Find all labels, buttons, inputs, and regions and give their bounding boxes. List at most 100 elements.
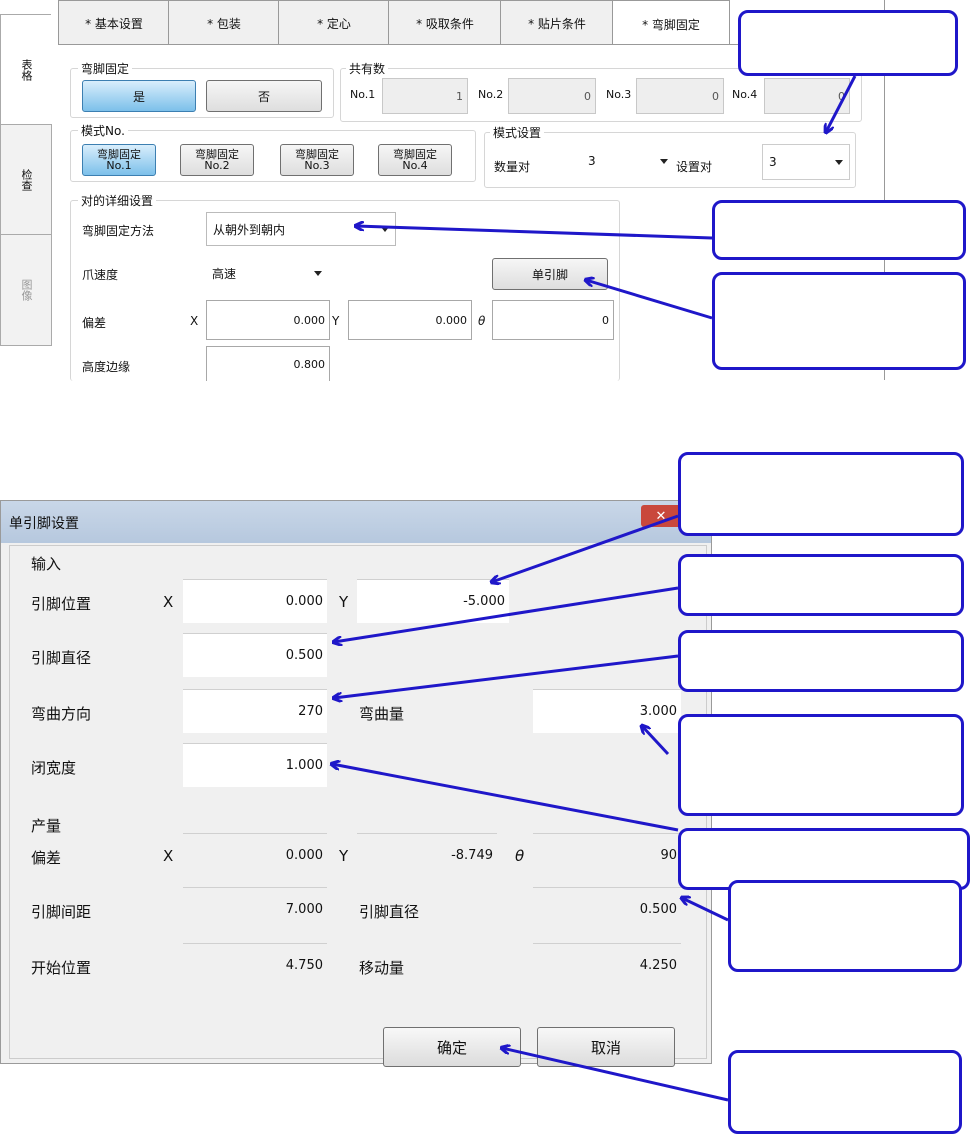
move-amount-field: 4.250 <box>533 943 681 987</box>
lead-pitch-label: 引脚间距 <box>31 903 92 921</box>
select-value: 从朝外到朝内 <box>213 222 286 237</box>
lead-x-field[interactable]: 0.000 <box>183 579 327 623</box>
set-pair-label: 设置对 <box>676 160 713 174</box>
group-label: 弯脚固定 <box>78 60 133 77</box>
common-no3-label: No.3 <box>606 88 632 101</box>
group-label: 对的详细设置 <box>78 192 157 209</box>
callout-box <box>678 714 964 816</box>
callout-box <box>678 554 964 616</box>
pattern-no2-button[interactable]: 弯脚固定 No.2 <box>180 144 254 176</box>
pattern-no1-button[interactable]: 弯脚固定 No.1 <box>82 144 156 176</box>
bend-direction-label: 弯曲方向 <box>31 705 92 723</box>
side-tab-table[interactable]: 表格 <box>0 14 51 126</box>
common-no4-field: 0 <box>764 78 850 114</box>
select-value: 3 <box>769 155 777 169</box>
tab-mount-conditions[interactable]: * 贴片条件 <box>500 0 614 46</box>
out-diameter-label: 引脚直径 <box>359 903 420 921</box>
side-tab-label: 图像 <box>20 279 33 301</box>
button-line: No.4 <box>402 159 428 172</box>
select-value: 3 <box>588 154 596 168</box>
out-diameter-field: 0.500 <box>533 887 681 931</box>
dropdown-arrow-icon <box>835 160 843 165</box>
height-margin-field[interactable]: 0.800 <box>206 346 330 381</box>
out-theta-label: θ <box>515 847 525 865</box>
button-line: No.2 <box>204 159 230 172</box>
pattern-no4-button[interactable]: 弯脚固定 No.4 <box>378 144 452 176</box>
output-section-label: 产量 <box>31 817 62 835</box>
tab-lead-clinch[interactable]: * 弯脚固定 <box>612 0 730 47</box>
callout-box <box>728 1050 962 1134</box>
callout-box <box>712 272 966 370</box>
lead-y-field[interactable]: -5.000 <box>357 579 509 623</box>
common-no2-field: 0 <box>508 78 596 114</box>
close-width-label: 闭宽度 <box>31 759 77 777</box>
method-select[interactable]: 从朝外到朝内 <box>206 212 396 246</box>
lead-position-label: 引脚位置 <box>31 595 92 613</box>
callout-box <box>738 10 958 76</box>
lead-x-label: X <box>163 593 174 611</box>
common-no1-field: 1 <box>382 78 468 114</box>
close-width-field[interactable]: 1.000 <box>183 743 327 787</box>
start-position-field: 4.750 <box>183 943 327 987</box>
input-section-label: 输入 <box>31 555 62 573</box>
start-position-label: 开始位置 <box>31 959 92 977</box>
offset-theta-field[interactable]: 0 <box>492 300 614 340</box>
offset-x-label: X <box>190 314 199 328</box>
ok-button[interactable]: 确定 <box>383 1027 521 1067</box>
tab-packaging[interactable]: * 包装 <box>168 0 280 46</box>
side-tab-image[interactable]: 图像 <box>0 234 52 346</box>
callout-box <box>678 630 964 692</box>
tab-basic-settings[interactable]: * 基本设置 <box>58 0 170 46</box>
method-label: 弯脚固定方法 <box>82 224 155 238</box>
lead-y-label: Y <box>339 593 349 611</box>
offset-x-field[interactable]: 0.000 <box>206 300 330 340</box>
out-x-label: X <box>163 847 174 865</box>
dropdown-arrow-icon <box>381 227 389 232</box>
offset-y-field[interactable]: 0.000 <box>348 300 472 340</box>
callout-box <box>678 452 964 536</box>
out-x-field: 0.000 <box>183 833 327 877</box>
out-y-label: Y <box>339 847 349 865</box>
bend-direction-field[interactable]: 270 <box>183 689 327 733</box>
yes-button[interactable]: 是 <box>82 80 196 112</box>
claw-speed-label: 爪速度 <box>82 268 119 282</box>
height-margin-label: 高度边缘 <box>82 360 131 374</box>
side-tab-label: 表格 <box>20 59 33 81</box>
common-no2-label: No.2 <box>478 88 504 101</box>
claw-speed-select[interactable]: 高速 <box>206 258 328 288</box>
dropdown-arrow-icon <box>660 159 668 164</box>
no-button[interactable]: 否 <box>206 80 322 112</box>
common-no3-field: 0 <box>636 78 724 114</box>
tab-pickup-conditions[interactable]: * 吸取条件 <box>388 0 502 46</box>
out-y-field: -8.749 <box>357 833 497 877</box>
offset-y-label: Y <box>332 314 340 328</box>
button-line: No.3 <box>304 159 330 172</box>
lead-pitch-field: 7.000 <box>183 887 327 931</box>
out-theta-field: 90 <box>533 833 681 877</box>
set-pair-select[interactable]: 3 <box>762 144 850 180</box>
lead-diameter-field[interactable]: 0.500 <box>183 633 327 677</box>
common-no4-label: No.4 <box>732 88 758 101</box>
callout-box <box>728 880 962 972</box>
out-offset-label: 偏差 <box>31 849 62 867</box>
pair-count-select[interactable]: 3 <box>582 144 674 178</box>
group-label: 模式设置 <box>490 124 545 141</box>
bend-amount-label: 弯曲量 <box>359 705 405 723</box>
close-icon[interactable]: ✕ <box>641 505 681 527</box>
bend-amount-field[interactable]: 3.000 <box>533 689 681 733</box>
group-label: 共有数 <box>346 60 389 77</box>
dialog-title-bar: 单引脚设置 ✕ <box>1 501 711 543</box>
pattern-no3-button[interactable]: 弯脚固定 No.3 <box>280 144 354 176</box>
lead-diameter-label: 引脚直径 <box>31 649 92 667</box>
select-value: 高速 <box>212 266 237 281</box>
callout-box <box>712 200 966 260</box>
move-amount-label: 移动量 <box>359 959 405 977</box>
offset-theta-label: θ <box>478 314 486 328</box>
offset-label: 偏差 <box>82 316 107 330</box>
tab-centering[interactable]: * 定心 <box>278 0 390 46</box>
cancel-button[interactable]: 取消 <box>537 1027 675 1067</box>
single-lead-button[interactable]: 单引脚 <box>492 258 608 290</box>
side-tab-inspect[interactable]: 检查 <box>0 124 52 236</box>
group-label: 模式No. <box>78 122 128 139</box>
button-line: No.1 <box>106 159 132 172</box>
